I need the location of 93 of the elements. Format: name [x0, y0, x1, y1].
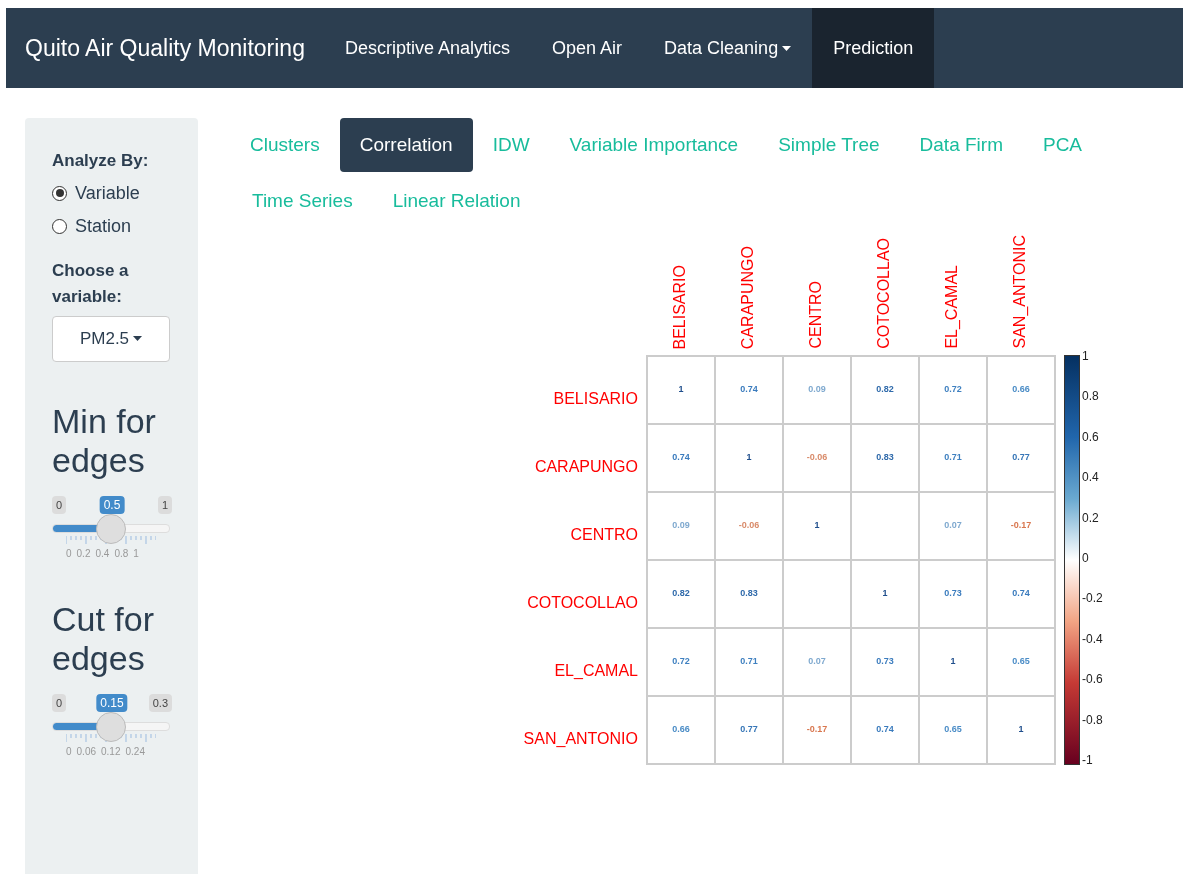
nav-link[interactable]: Descriptive Analytics [323, 8, 531, 88]
slider-title: Min for edges [52, 401, 157, 480]
correlation-value: 1 [678, 383, 684, 397]
correlation-value: 0.72 [672, 655, 690, 669]
scale-label: -0.2 [1082, 591, 1103, 606]
correlation-value: 0.83 [876, 451, 894, 465]
radio-option[interactable]: Station [52, 212, 198, 240]
scale-label: 0.4 [1082, 470, 1100, 485]
slider-max-label: 0.3 [148, 693, 172, 712]
correlation-value: 0.07 [944, 519, 962, 533]
correlation-value: 0.07 [808, 655, 826, 669]
variable-select[interactable]: PM2.5 [52, 315, 170, 362]
caret-icon [133, 336, 143, 341]
caret-icon [782, 45, 792, 51]
slider-value-label: 0.15 [96, 693, 128, 712]
correlation-value: 1 [814, 519, 820, 533]
radio-button[interactable] [52, 185, 67, 201]
scale-label: 0.6 [1082, 429, 1100, 444]
correlation-value: 0.09 [672, 519, 690, 533]
correlation-value: 1 [1018, 723, 1024, 737]
column-label: CENTRO [807, 281, 825, 349]
scale-label: 0.8 [1082, 389, 1100, 404]
slider-value-label: 0.5 [99, 495, 125, 514]
correlation-value: 0.83 [740, 587, 758, 601]
correlation-value: -0.06 [738, 519, 760, 533]
slider-tick-label: 0.24 [125, 744, 145, 759]
correlation-value: 1 [950, 655, 956, 669]
slider-title: Cut for edges [52, 599, 156, 678]
correlation-value: 0.66 [1012, 383, 1030, 397]
correlation-value: 0.73 [876, 655, 894, 669]
slider-tick-label: 0.2 [76, 546, 91, 561]
variable-label: Choose a variable: [52, 259, 130, 308]
column-label: CARAPUNGO [739, 245, 757, 349]
slider-tick-label: 0.8 [114, 546, 129, 561]
nav-link[interactable]: Prediction [812, 8, 935, 88]
row-label: CENTRO [570, 525, 638, 545]
slider-tick-label: 0.06 [76, 744, 97, 759]
row-label: SAN_ANTONIO [523, 729, 638, 749]
row-label: BELISARIO [553, 389, 638, 409]
nav-link[interactable]: Data Cleaning [643, 8, 813, 88]
row-label: CARAPUNGO [534, 457, 638, 477]
correlation-value: 0.74 [672, 451, 690, 465]
correlation-value: 0.77 [1012, 451, 1030, 465]
slider-tick-label: 0.4 [95, 546, 110, 561]
correlation-value: 0.65 [1012, 655, 1030, 669]
brand-link[interactable]: Quito Air Quality Monitoring [6, 30, 324, 66]
correlation-value: 1 [746, 451, 752, 465]
slider-ticks-icon [66, 733, 156, 742]
column-label: SAN_ANTONIC [1011, 235, 1029, 349]
radio-option[interactable]: Variable [52, 179, 198, 207]
nav-link[interactable]: Open Air [531, 8, 644, 88]
slider-handle[interactable] [96, 711, 126, 742]
correlation-value: 0.66 [672, 723, 690, 737]
correlation-value: 0.73 [944, 587, 962, 601]
slider-tick-label: 0 [66, 744, 72, 759]
correlation-value: 0.71 [944, 451, 962, 465]
correlation-value: 0.82 [672, 587, 690, 601]
scale-label: -0.8 [1082, 712, 1103, 727]
slider-min-label: 0 [52, 693, 67, 712]
correlation-value: -0.06 [806, 451, 828, 465]
slider-tick-label: 1 [133, 546, 139, 561]
slider-max-label: 1 [157, 495, 172, 514]
correlation-value: 0.71 [740, 655, 758, 669]
tab[interactable]: Correlation [339, 118, 473, 172]
correlation-value: 0.74 [740, 383, 758, 397]
row-label: COTOCOLLAO [527, 593, 638, 613]
scale-label: -0.4 [1082, 631, 1103, 646]
correlation-value: -0.17 [1010, 519, 1032, 533]
slider-tick-label: 0.12 [101, 744, 121, 759]
slider-handle[interactable] [96, 513, 126, 544]
column-label: COTOCOLLAO [875, 238, 893, 349]
correlation-value: 1 [882, 587, 888, 601]
column-label: BELISARIO [671, 264, 689, 349]
analyze-label: Analyze By: [52, 150, 150, 172]
correlation-value: 0.77 [740, 723, 758, 737]
scale-label: 0 [1082, 550, 1090, 565]
correlation-value: 0.65 [944, 723, 962, 737]
scale-label: 1 [1082, 349, 1090, 363]
radio-button[interactable] [52, 218, 67, 234]
correlation-value: 0.74 [876, 723, 894, 737]
correlation-value: 0.74 [1012, 587, 1030, 601]
scale-label: -1 [1082, 752, 1094, 767]
slider-ticks-icon [66, 535, 156, 544]
correlation-value: -0.17 [806, 723, 828, 737]
correlation-value: 0.82 [876, 383, 894, 397]
correlation-value: 0.09 [808, 383, 826, 397]
column-label: EL_CAMAL [943, 265, 961, 349]
row-label: EL_CAMAL [554, 661, 638, 681]
correlation-value: 0.72 [944, 383, 962, 397]
slider-tick-label: 0 [66, 546, 72, 561]
scale-label: 0.2 [1082, 510, 1100, 525]
slider-min-label: 0 [52, 495, 67, 514]
scale-label: -0.6 [1082, 672, 1103, 687]
